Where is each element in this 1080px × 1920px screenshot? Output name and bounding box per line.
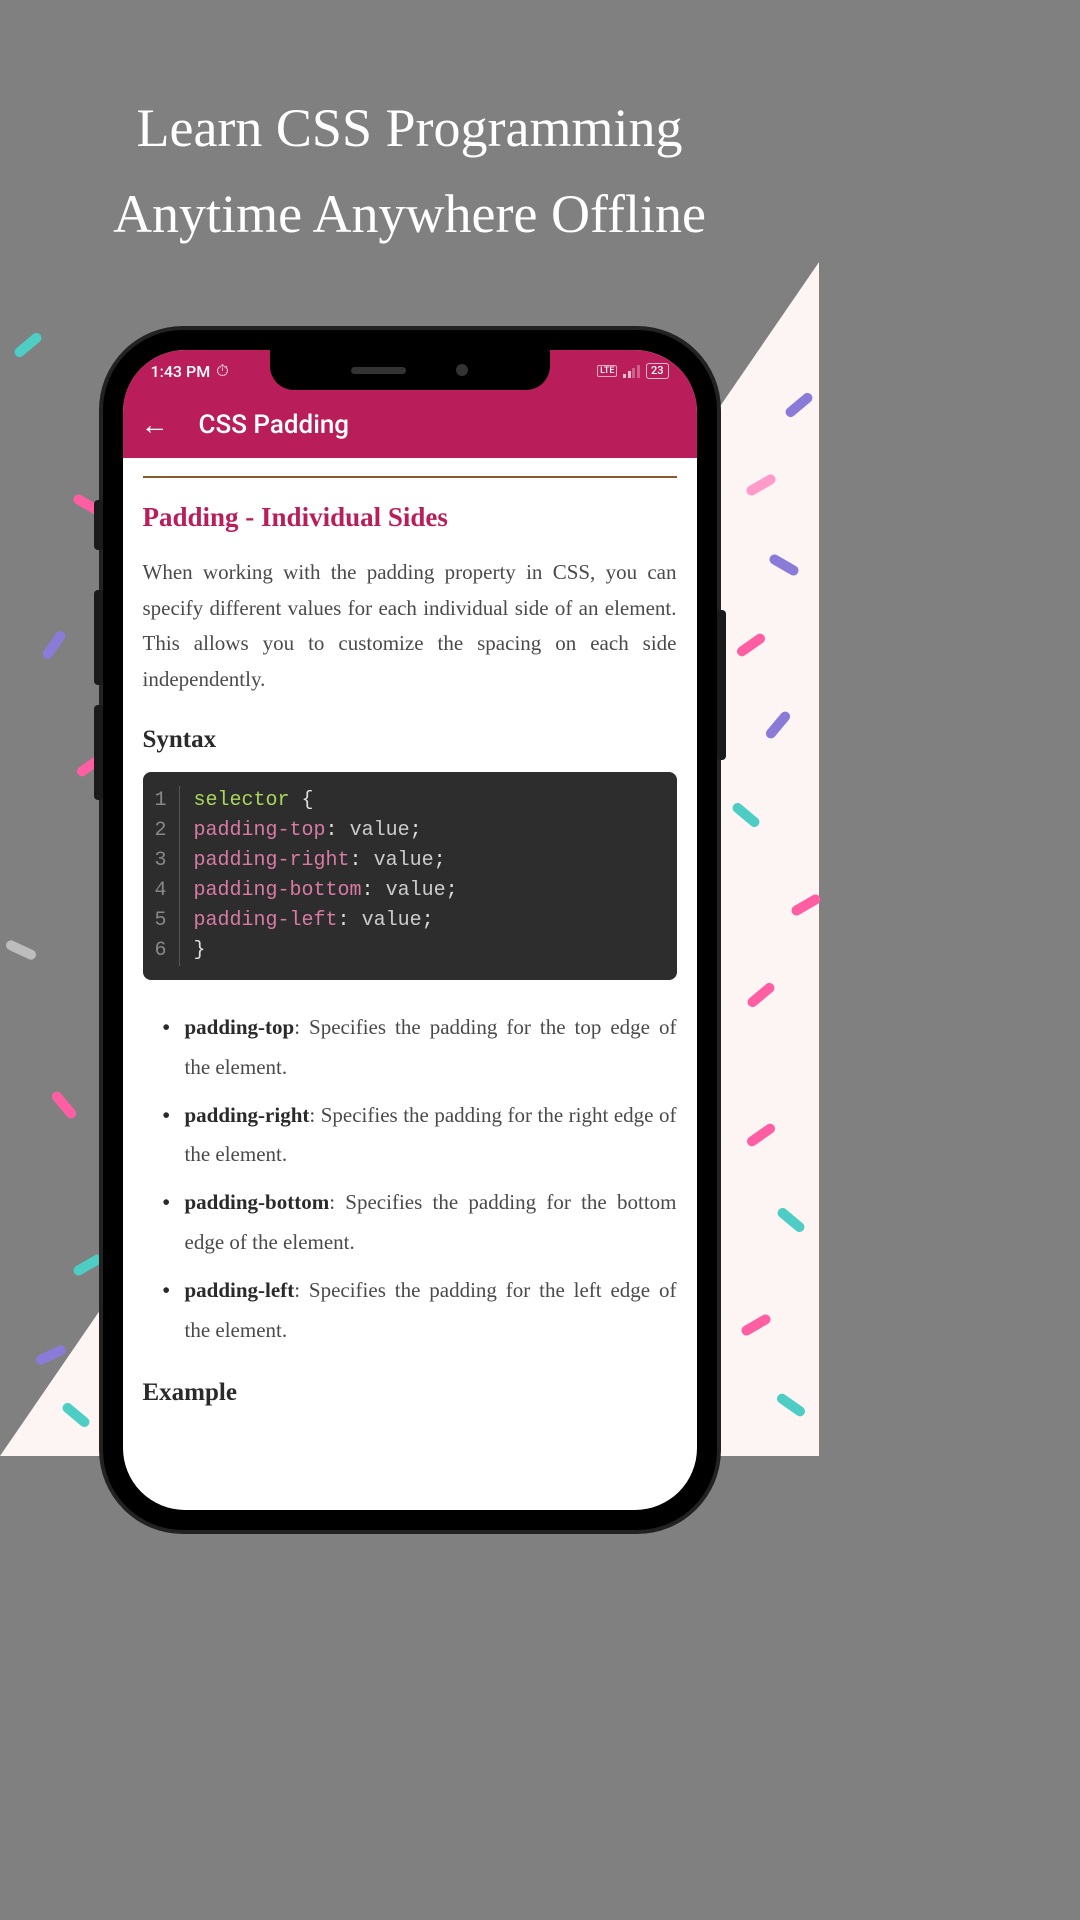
- sprinkle-decoration: [50, 1090, 78, 1121]
- status-right: LTE 23: [597, 363, 668, 379]
- sprinkle-decoration: [34, 1344, 67, 1367]
- list-item: padding-bottom: Specifies the padding fo…: [167, 1183, 677, 1263]
- sprinkle-decoration: [72, 1253, 105, 1278]
- alarm-icon: ⏱: [216, 361, 228, 381]
- promo-line2: Anytime Anywhere Offline: [113, 184, 706, 244]
- lte-icon: LTE: [597, 365, 617, 377]
- content-area[interactable]: Padding - Individual Sides When working …: [123, 458, 697, 1443]
- app-bar: ← CSS Padding: [123, 392, 697, 458]
- status-time: 1:43 PM: [151, 362, 211, 381]
- list-item: padding-top: Specifies the padding for t…: [167, 1008, 677, 1088]
- app-bar-title: CSS Padding: [199, 410, 350, 440]
- battery-indicator: 23: [646, 363, 669, 379]
- list-item: padding-left: Specifies the padding for …: [167, 1271, 677, 1351]
- example-heading: Example: [143, 1379, 677, 1407]
- status-left: 1:43 PM ⏱: [151, 361, 229, 381]
- code-line-numbers: 123456: [143, 786, 180, 966]
- sprinkle-decoration: [13, 331, 44, 359]
- list-item: padding-right: Specifies the padding for…: [167, 1096, 677, 1176]
- section-title: Padding - Individual Sides: [143, 502, 677, 533]
- property-list: padding-top: Specifies the padding for t…: [143, 1008, 677, 1351]
- phone-frame: 1:43 PM ⏱ LTE 23 ← CSS Padding Padding -…: [103, 330, 717, 1530]
- intro-paragraph: When working with the padding property i…: [143, 555, 677, 698]
- syntax-heading: Syntax: [143, 726, 677, 754]
- promo-line1: Learn CSS Programming: [137, 98, 683, 158]
- signal-icon: [623, 365, 640, 378]
- phone-mute-switch: [94, 500, 103, 550]
- sprinkle-decoration: [4, 939, 37, 962]
- sprinkle-decoration: [41, 629, 68, 661]
- content-divider: [143, 476, 677, 478]
- notch-speaker: [351, 367, 406, 374]
- phone-screen: 1:43 PM ⏱ LTE 23 ← CSS Padding Padding -…: [123, 350, 697, 1510]
- code-content: selector { padding-top: value; padding-r…: [180, 786, 677, 966]
- notch-camera: [456, 364, 468, 376]
- code-block: 123456 selector { padding-top: value; pa…: [143, 772, 677, 980]
- promo-heading: Learn CSS Programming Anytime Anywhere O…: [0, 85, 819, 258]
- back-arrow-icon[interactable]: ←: [141, 411, 169, 439]
- phone-power-button: [717, 610, 726, 760]
- phone-notch: [270, 350, 550, 390]
- phone-volume-down: [94, 705, 103, 800]
- phone-volume-up: [94, 590, 103, 685]
